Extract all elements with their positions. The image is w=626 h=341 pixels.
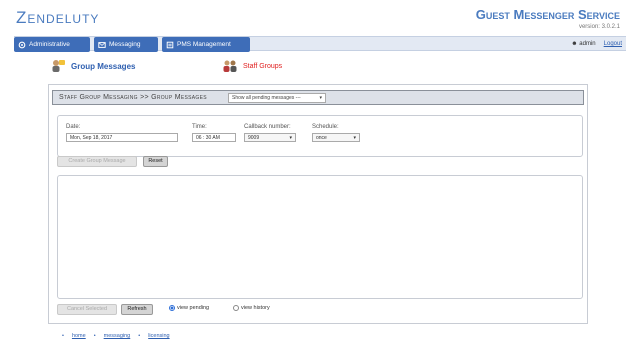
staff-groups-icon: [223, 60, 237, 72]
group-messages-label: Group Messages: [71, 61, 136, 71]
chevron-down-icon: ▾: [289, 135, 292, 141]
callback-select[interactable]: 9009 ▾: [244, 133, 296, 142]
user-label: ☻ admin: [571, 37, 595, 52]
view-history-label: view history: [241, 305, 270, 311]
version-label: version: 3.0.2.1: [578, 24, 620, 30]
brand-logo: Zendeluty: [16, 8, 100, 27]
bullet-icon: •: [138, 333, 141, 339]
footer-messaging-link[interactable]: messaging: [104, 333, 131, 339]
bullet-icon: •: [62, 333, 64, 339]
footer-licensing-link[interactable]: licensing: [148, 333, 169, 339]
date-field[interactable]: Mon, Sep 18, 2017: [66, 133, 178, 142]
create-group-message-button[interactable]: Create Group Message: [57, 156, 137, 167]
admin-icon: [18, 41, 26, 48]
view-pending-radio[interactable]: view pending: [169, 305, 209, 311]
view-history-radio[interactable]: view history: [233, 305, 270, 311]
message-filter-select[interactable]: Show all pending messages --- ▾: [228, 93, 326, 103]
messages-list[interactable]: [57, 175, 583, 299]
radio-unselected-icon: [233, 305, 239, 311]
group-messages-panel: Staff Group Messaging >> Group Messages …: [48, 84, 588, 324]
refresh-button[interactable]: Refresh: [121, 304, 153, 315]
nav-bar: Administrative Messaging PMS Management …: [14, 36, 626, 52]
user-icon: ☻: [571, 41, 578, 47]
chevron-down-icon: ▾: [319, 95, 322, 101]
reset-button[interactable]: Reset: [143, 156, 168, 167]
nav-label: Messaging: [109, 41, 141, 48]
group-messages-link[interactable]: Group Messages: [50, 58, 135, 74]
nav-messaging-button[interactable]: Messaging: [94, 37, 158, 52]
schedule-label: Schedule:: [312, 124, 339, 130]
schedule-value: once: [316, 135, 327, 141]
schedule-select[interactable]: once ▾: [312, 133, 360, 142]
bullet-icon: •: [93, 333, 96, 339]
messaging-icon: [98, 41, 106, 48]
username: admin: [579, 41, 596, 47]
product-title: Guest Messenger Service: [475, 7, 620, 22]
footer-links: • home • messaging • licensing: [62, 333, 170, 339]
nav-administrative-button[interactable]: Administrative: [14, 37, 90, 52]
group-messages-icon: [52, 60, 65, 72]
logout-link[interactable]: Logout: [604, 37, 622, 52]
nav-label: Administrative: [29, 41, 70, 48]
time-field[interactable]: 06 : 30 AM: [192, 133, 236, 142]
time-label: Time:: [192, 124, 207, 130]
radio-selected-icon: [169, 305, 175, 311]
cancel-selected-button[interactable]: Cancel Selected: [57, 304, 117, 315]
panel-title: Staff Group Messaging >> Group Messages: [59, 94, 207, 101]
staff-groups-label: Staff Groups: [243, 62, 283, 70]
footer-home-link[interactable]: home: [72, 333, 86, 339]
filter-value: Show all pending messages ---: [232, 95, 301, 101]
callback-label: Callback number:: [244, 124, 291, 130]
view-pending-label: view pending: [177, 305, 210, 311]
staff-groups-link[interactable]: Staff Groups: [222, 58, 282, 74]
pms-icon: [166, 41, 174, 48]
nav-pms-management-button[interactable]: PMS Management: [162, 37, 250, 52]
chevron-down-icon: ▾: [353, 135, 356, 141]
schedule-form: Date: Mon, Sep 18, 2017 Time: 06 : 30 AM…: [57, 115, 583, 157]
nav-label: PMS Management: [177, 41, 231, 48]
panel-header: Staff Group Messaging >> Group Messages …: [52, 90, 584, 105]
date-label: Date:: [66, 124, 81, 130]
callback-value: 9009: [248, 135, 260, 141]
user-area: ☻ admin Logout: [571, 37, 622, 52]
